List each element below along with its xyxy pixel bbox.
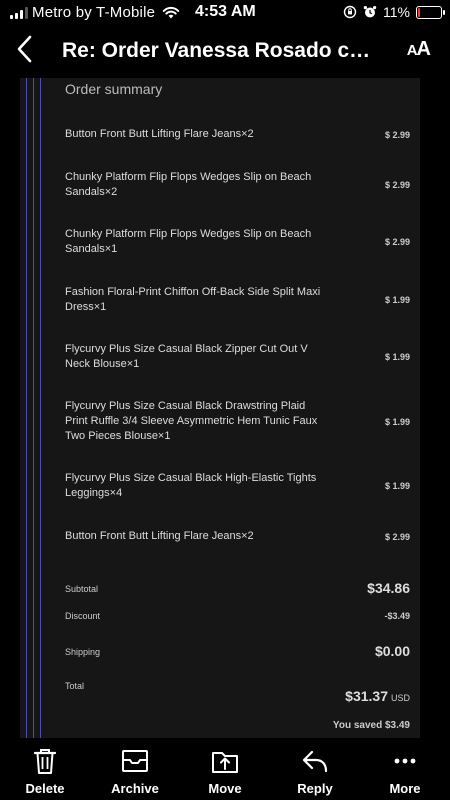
alarm-icon (363, 6, 377, 18)
shipping-label: Shipping (65, 647, 101, 657)
reply-button[interactable]: Reply (275, 746, 355, 796)
status-right-icons: 11% (343, 4, 445, 20)
order-item: Button Front Butt Lifting Flare Jeans×2 … (65, 529, 410, 544)
mail-screen: Metro by T-Mobile 4:53 AM 11% Re: Order … (0, 0, 450, 800)
order-item: Flycurvy Plus Size Casual Black Zipper C… (65, 342, 410, 372)
reply-arrow-icon (302, 750, 328, 773)
wifi-icon (162, 6, 180, 19)
message-toolbar: Delete Archive Move Reply More (0, 738, 450, 800)
order-item-price: $ 2.99 (384, 531, 410, 542)
delete-button[interactable]: Delete (5, 746, 85, 796)
text-size-small-label: A (406, 42, 418, 59)
total-label: Total (65, 681, 85, 691)
move-folder-icon (212, 752, 238, 773)
order-item-name: Button Front Butt Lifting Flare Jeans×2 (65, 530, 254, 542)
trash-icon (33, 749, 57, 774)
more-button[interactable]: More (365, 746, 445, 796)
order-item-name: Fashion Floral-Print Chiffon Off-Back Si… (65, 286, 321, 313)
archive-label: Archive (111, 781, 159, 796)
text-size-button[interactable]: AA (406, 38, 431, 61)
order-item: Fashion Floral-Print Chiffon Off-Back Si… (65, 285, 410, 315)
message-subject: Re: Order Vanessa Rosado con... (62, 39, 382, 62)
archive-button[interactable]: Archive (95, 746, 175, 796)
order-item-price: $ 1.99 (384, 295, 410, 305)
order-item: Button Front Butt Lifting Flare Jeans×2 … (65, 127, 410, 142)
total-value: $31.37 (345, 688, 388, 704)
order-item: Chunky Platform Flip Flops Wedges Slip o… (65, 227, 410, 257)
order-item-price: $ 2.99 (384, 237, 410, 247)
battery-percent: 11% (383, 4, 410, 20)
delete-label: Delete (25, 781, 65, 796)
signal-strength-icon (10, 7, 28, 19)
status-bar: Metro by T-Mobile 4:53 AM 11% (0, 0, 450, 26)
order-item-price: $ 1.99 (384, 416, 410, 427)
order-item: Flycurvy Plus Size Casual Black Drawstri… (65, 399, 410, 444)
order-item-price: $ 1.99 (384, 481, 410, 491)
subtotal-value: $34.86 (367, 580, 410, 596)
order-item-name: Button Front Butt Lifting Flare Jeans×2 (65, 128, 254, 140)
order-item-name: Flycurvy Plus Size Casual Black Drawstri… (65, 400, 318, 442)
carrier-name: Metro by T-Mobile (32, 4, 156, 21)
order-item: Flycurvy Plus Size Casual Black High-Ela… (65, 471, 410, 501)
orientation-lock-icon (343, 5, 357, 19)
quote-bars (26, 78, 46, 738)
order-item-name: Flycurvy Plus Size Casual Black High-Ela… (65, 472, 317, 499)
move-button[interactable]: Move (185, 746, 265, 796)
more-label: More (389, 781, 421, 796)
discount-value: -$3.49 (384, 611, 410, 621)
discount-label: Discount (65, 611, 101, 621)
email-body: Order summary Button Front Butt Lifting … (20, 78, 420, 738)
order-item-price: $ 2.99 (384, 180, 410, 190)
order-summary-title: Order summary (65, 81, 163, 97)
order-item: Chunky Platform Flip Flops Wedges Slip o… (65, 170, 410, 200)
more-dots-icon (394, 758, 416, 764)
back-chevron-icon[interactable] (14, 34, 34, 64)
message-header: Re: Order Vanessa Rosado con... AA (0, 26, 450, 78)
battery-icon (416, 5, 445, 19)
text-size-large-label: A (416, 38, 431, 60)
shipping-value: $0.00 (374, 643, 410, 659)
order-item-name: Chunky Platform Flip Flops Wedges Slip o… (65, 171, 312, 198)
order-item-price: $ 1.99 (384, 352, 410, 362)
order-item-name: Chunky Platform Flip Flops Wedges Slip o… (65, 228, 312, 255)
battery-level (418, 7, 420, 17)
status-time: 4:53 AM (195, 3, 256, 20)
total-currency: USD (390, 693, 410, 703)
savings-text: You saved $3.49 (332, 720, 410, 731)
reply-label: Reply (297, 781, 333, 796)
order-item-price: $ 2.99 (384, 129, 410, 140)
archive-tray-icon (122, 750, 148, 772)
subtotal-label: Subtotal (65, 584, 99, 594)
move-label: Move (208, 781, 242, 796)
total-amount: $31.37 USD (345, 688, 410, 704)
order-item-name: Flycurvy Plus Size Casual Black Zipper C… (65, 343, 308, 370)
